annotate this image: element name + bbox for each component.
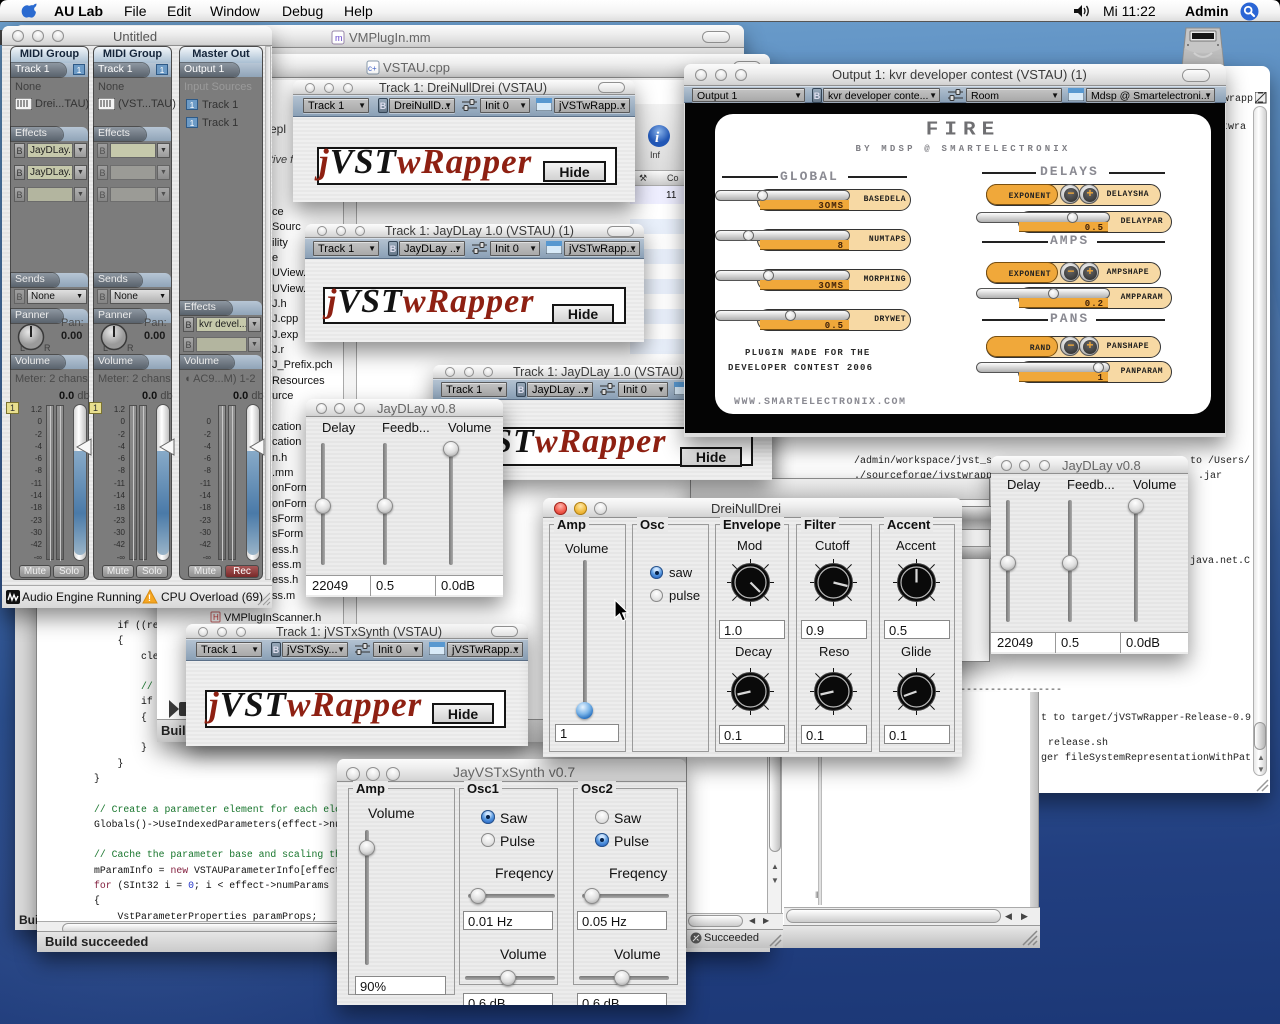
svg-text:m: m: [335, 33, 343, 43]
svg-text:c+: c+: [368, 64, 377, 73]
svg-text:!: !: [148, 593, 151, 603]
svg-text:H: H: [213, 613, 219, 622]
